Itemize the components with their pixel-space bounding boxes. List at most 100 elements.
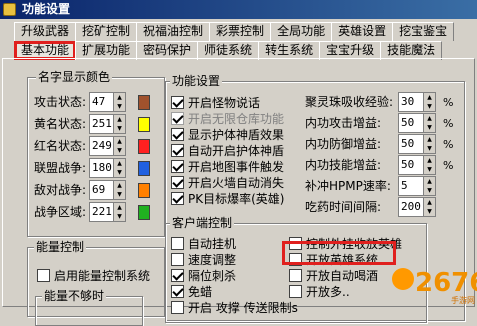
spin-down-icon[interactable]: ▼ <box>114 124 125 133</box>
spin-down-icon[interactable]: ▼ <box>114 212 125 221</box>
feature-field-spinner[interactable]: 50 ▲ ▼ <box>398 134 436 154</box>
checkbox-box[interactable] <box>171 160 184 173</box>
client-right-checkbox[interactable]: 开放自动喝酒 <box>289 268 378 283</box>
spin-down-icon[interactable]: ▼ <box>114 146 125 155</box>
color-swatch[interactable] <box>138 139 150 154</box>
tab-row1-5[interactable]: 英雄设置 <box>331 22 394 41</box>
tab-row1-1[interactable]: 挖矿控制 <box>75 22 138 41</box>
spin-down-icon[interactable]: ▼ <box>424 186 435 195</box>
feature-field-spinner[interactable]: 200 ▲ ▼ <box>398 197 436 217</box>
checkbox-box[interactable] <box>37 269 50 282</box>
feature-field-spinner[interactable]: 50 ▲ ▼ <box>398 113 436 133</box>
spin-down-icon[interactable]: ▼ <box>424 144 435 153</box>
checkbox-box[interactable] <box>171 253 184 266</box>
spinner-value[interactable]: 47 <box>90 93 113 111</box>
feature-checkbox[interactable]: 开启怪物说话 <box>171 95 260 110</box>
spinner-value[interactable]: 180 <box>90 159 113 177</box>
spinner-value[interactable]: 69 <box>90 181 113 199</box>
spin-up-icon[interactable]: ▲ <box>114 181 125 190</box>
client-left-checkbox[interactable]: 速度调整 <box>171 252 236 267</box>
spin-down-icon[interactable]: ▼ <box>114 102 125 111</box>
spin-up-icon[interactable]: ▲ <box>114 137 125 146</box>
checkbox-box[interactable] <box>171 237 184 250</box>
spin-down-icon[interactable]: ▼ <box>424 165 435 174</box>
spin-down-icon[interactable]: ▼ <box>424 102 435 111</box>
spin-up-icon[interactable]: ▲ <box>424 135 435 144</box>
spin-up-icon[interactable]: ▲ <box>424 114 435 123</box>
color-swatch[interactable] <box>138 161 150 176</box>
spinner-buttons[interactable]: ▲ ▼ <box>113 115 125 133</box>
feature-checkbox[interactable]: 自动开启护体神盾 <box>171 143 284 158</box>
feature-checkbox[interactable]: 显示护体神盾效果 <box>171 127 284 142</box>
feature-checkbox[interactable]: 开启火墙自动消失 <box>171 175 284 190</box>
client-left-checkbox[interactable]: 自动挂机 <box>171 236 236 251</box>
spinner-value[interactable]: 5 <box>399 177 423 195</box>
client-bottom-checkbox[interactable]: 开启 攻撑 传送限制s <box>171 300 298 315</box>
client-left-checkbox[interactable]: 隔位刺杀 <box>171 268 236 283</box>
client-right-checkbox[interactable]: 开放多.. <box>289 284 350 299</box>
spinner-buttons[interactable]: ▲ ▼ <box>423 156 435 174</box>
feature-field-spinner[interactable]: 5 ▲ ▼ <box>398 176 436 196</box>
spinner-value[interactable]: 221 <box>90 203 113 221</box>
spin-down-icon[interactable]: ▼ <box>114 190 125 199</box>
spinner-buttons[interactable]: ▲ ▼ <box>113 159 125 177</box>
spin-up-icon[interactable]: ▲ <box>114 159 125 168</box>
name-color-spinner[interactable]: 69 ▲ ▼ <box>89 180 126 200</box>
feature-field-spinner[interactable]: 50 ▲ ▼ <box>398 155 436 175</box>
checkbox-box[interactable] <box>289 269 302 282</box>
spinner-value[interactable]: 249 <box>90 137 113 155</box>
tab-row1-4[interactable]: 全局功能 <box>270 22 333 41</box>
spin-up-icon[interactable]: ▲ <box>424 198 435 207</box>
enable-energy-checkbox[interactable]: 启用能量控制系统 <box>37 268 150 283</box>
name-color-spinner[interactable]: 249 ▲ ▼ <box>89 136 126 156</box>
name-color-spinner[interactable]: 251 ▲ ▼ <box>89 114 126 134</box>
spinner-value[interactable]: 251 <box>90 115 113 133</box>
spin-up-icon[interactable]: ▲ <box>114 115 125 124</box>
spin-down-icon[interactable]: ▼ <box>114 168 125 177</box>
name-color-spinner[interactable]: 47 ▲ ▼ <box>89 92 126 112</box>
feature-checkbox[interactable]: 开启无限仓库功能 <box>171 111 284 126</box>
spin-up-icon[interactable]: ▲ <box>424 93 435 102</box>
spin-up-icon[interactable]: ▲ <box>114 203 125 212</box>
spinner-buttons[interactable]: ▲ ▼ <box>113 181 125 199</box>
feature-checkbox[interactable]: 开启地图事件触发 <box>171 159 284 174</box>
spinner-buttons[interactable]: ▲ ▼ <box>423 177 435 195</box>
checkbox-box[interactable] <box>171 176 184 189</box>
checkbox-box[interactable] <box>171 144 184 157</box>
checkbox-box[interactable] <box>289 285 302 298</box>
color-swatch[interactable] <box>138 183 150 198</box>
spinner-buttons[interactable]: ▲ ▼ <box>423 114 435 132</box>
checkbox-box[interactable] <box>171 301 184 314</box>
spinner-value[interactable]: 200 <box>399 198 423 216</box>
spinner-buttons[interactable]: ▲ ▼ <box>113 137 125 155</box>
spin-down-icon[interactable]: ▼ <box>424 123 435 132</box>
checkbox-box[interactable] <box>171 128 184 141</box>
spinner-value[interactable]: 30 <box>399 93 423 111</box>
name-color-spinner[interactable]: 180 ▲ ▼ <box>89 158 126 178</box>
feature-checkbox[interactable]: PK目标爆率(英雄) <box>171 191 284 206</box>
checkbox-box[interactable] <box>171 269 184 282</box>
spin-up-icon[interactable]: ▲ <box>114 93 125 102</box>
client-left-checkbox[interactable]: 免蜡 <box>171 284 212 299</box>
spinner-buttons[interactable]: ▲ ▼ <box>423 93 435 111</box>
tab-row1-3[interactable]: 彩票控制 <box>209 22 272 41</box>
tab-row1-2[interactable]: 祝福油控制 <box>136 22 211 41</box>
color-swatch[interactable] <box>138 205 150 220</box>
color-swatch[interactable] <box>138 95 150 110</box>
spin-down-icon[interactable]: ▼ <box>424 207 435 216</box>
checkbox-box[interactable] <box>171 192 184 205</box>
spinner-buttons[interactable]: ▲ ▼ <box>423 135 435 153</box>
spinner-buttons[interactable]: ▲ ▼ <box>113 93 125 111</box>
spinner-value[interactable]: 50 <box>399 135 423 153</box>
checkbox-box[interactable] <box>171 285 184 298</box>
checkbox-box[interactable] <box>171 112 184 125</box>
spinner-buttons[interactable]: ▲ ▼ <box>113 203 125 221</box>
spinner-value[interactable]: 50 <box>399 156 423 174</box>
name-color-spinner[interactable]: 221 ▲ ▼ <box>89 202 126 222</box>
color-swatch[interactable] <box>138 117 150 132</box>
spinner-buttons[interactable]: ▲ ▼ <box>423 198 435 216</box>
spin-up-icon[interactable]: ▲ <box>424 156 435 165</box>
feature-field-spinner[interactable]: 30 ▲ ▼ <box>398 92 436 112</box>
tab-row1-0[interactable]: 升级武器 <box>14 22 77 41</box>
tab-row1-6[interactable]: 挖宝鉴宝 <box>392 22 455 41</box>
